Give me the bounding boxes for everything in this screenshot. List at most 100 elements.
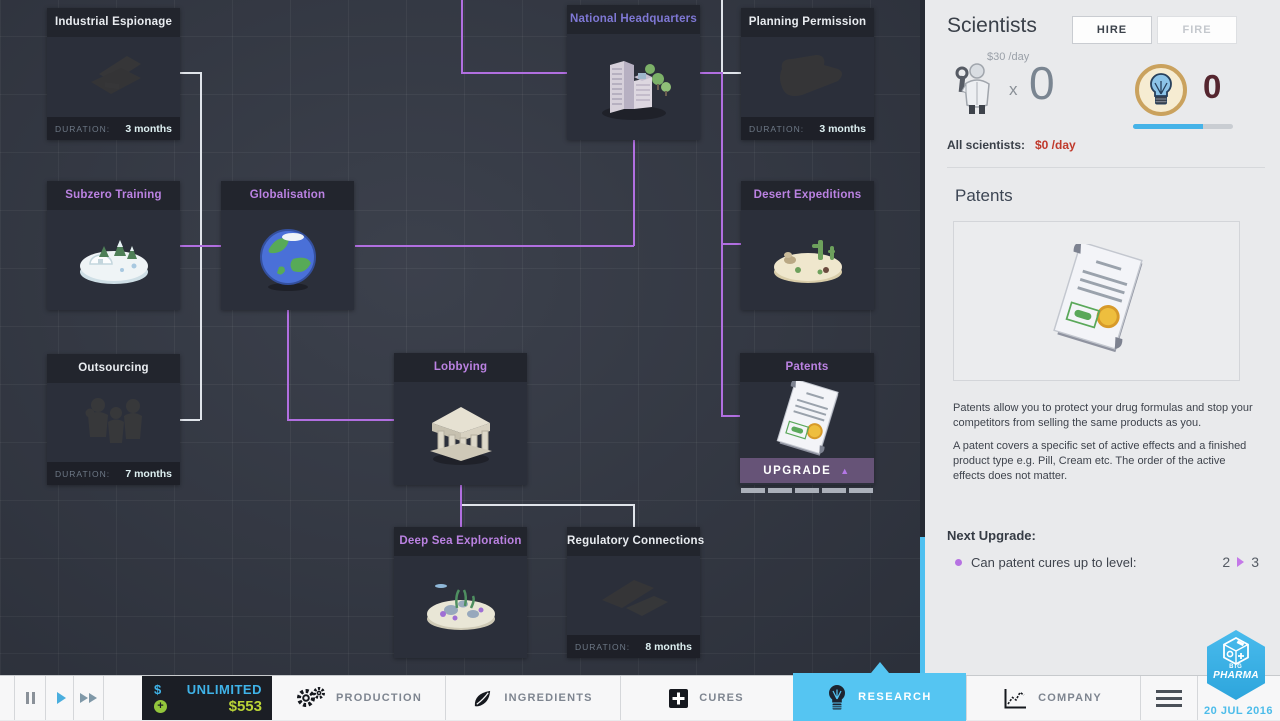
duration-label: DURATION: [55, 468, 111, 479]
node-title: Desert Expeditions [741, 181, 874, 210]
patents-heading: Patents [955, 186, 1013, 205]
duration-value: 7 months [125, 467, 172, 480]
budget-value: UNLIMITED [186, 682, 262, 697]
upgrade-pips [741, 488, 873, 493]
research-node-globalisation[interactable]: Globalisation [221, 181, 354, 310]
desert-island-icon [741, 210, 874, 310]
hire-button[interactable]: HIRE [1072, 16, 1152, 44]
section-divider [947, 167, 1265, 168]
connection-line [180, 245, 221, 247]
sea-island-icon [394, 556, 527, 658]
menu-button[interactable] [1140, 676, 1197, 720]
research-node-lobbying[interactable]: Lobbying [394, 353, 527, 485]
node-title: Planning Permission [741, 8, 874, 37]
chart-icon [1004, 688, 1027, 708]
node-title: Patents [740, 353, 874, 382]
active-tab-arrow-icon [871, 662, 889, 673]
upgrade-level-from: 2 [1222, 554, 1231, 570]
separator [103, 676, 104, 720]
tab-label: PRODUCTION [336, 692, 422, 704]
duration-row: DURATION: 7 months [47, 462, 180, 485]
scientist-icon [953, 60, 995, 121]
briefcase-icon [47, 37, 180, 117]
node-title: Subzero Training [47, 181, 180, 210]
tab-label: RESEARCH [858, 691, 932, 703]
research-node-outsourcing[interactable]: Outsourcing DURATION: 7 months [47, 354, 180, 485]
duration-value: 3 months [819, 122, 866, 135]
patent-scroll-icon [1045, 240, 1149, 359]
connection-line [355, 245, 634, 247]
duration-label: DURATION: [55, 123, 111, 134]
multiplier-label: x [1009, 80, 1018, 99]
research-node-planning-permission[interactable]: Planning Permission DURATION: 3 months [741, 8, 874, 140]
tab-research-active[interactable]: RESEARCH [793, 673, 966, 721]
knowledge-progress-bar [1133, 124, 1233, 129]
next-upgrade-label: Next Upgrade: [947, 528, 1036, 543]
upgrade-button[interactable]: UPGRADE ▲ [740, 458, 874, 483]
node-title: National Headquarters [567, 5, 700, 34]
duration-label: DURATION: [575, 641, 631, 652]
research-node-industrial-espionage[interactable]: Industrial Espionage DURATION: 3 months [47, 8, 180, 140]
upgrade-pip [768, 488, 792, 493]
tab-cures[interactable]: CURES [620, 676, 793, 720]
tab-label: COMPANY [1038, 692, 1102, 704]
tab-production[interactable]: PRODUCTION [272, 676, 445, 720]
research-node-desert-expeditions[interactable]: Desert Expeditions [741, 181, 874, 310]
people-icon [47, 383, 180, 462]
node-title: Outsourcing [47, 354, 180, 383]
scientist-count: 0 [1029, 57, 1055, 109]
leaf-icon [475, 690, 491, 706]
gears-icon [297, 687, 326, 707]
boxes-icon [567, 556, 700, 635]
upgrade-pip [795, 488, 819, 493]
node-title: Industrial Espionage [47, 8, 180, 37]
fire-button[interactable]: FIRE [1157, 16, 1237, 44]
connection-line [180, 419, 200, 421]
tab-label: INGREDIENTS [504, 692, 593, 704]
arrow-right-icon [1237, 557, 1245, 567]
duration-label: DURATION: [749, 123, 805, 134]
patent-scroll-icon [740, 380, 874, 456]
pause-button[interactable] [15, 676, 45, 720]
tab-label: CURES [699, 692, 744, 704]
plus-icon [669, 688, 689, 708]
temple-icon [394, 382, 527, 485]
research-node-subzero-training[interactable]: Subzero Training [47, 181, 180, 310]
tab-ingredients[interactable]: INGREDIENTS [445, 676, 620, 720]
blob-icon [741, 37, 874, 117]
fast-forward-button[interactable] [74, 676, 104, 720]
upgrade-pip [822, 488, 846, 493]
connection-line [700, 72, 722, 74]
node-title: Deep Sea Exploration [394, 527, 527, 556]
bottom-toolbar: $ UNLIMITED + $553 PRODUCTION INGREDIENT… [0, 673, 1280, 721]
all-scientists-cost: $0 /day [1035, 138, 1076, 152]
research-tree: Industrial Espionage DURATION: 3 months S… [0, 0, 920, 675]
currency-icon: $ [154, 682, 162, 697]
play-icon [56, 692, 66, 704]
duration-value: 3 months [125, 122, 172, 135]
patents-image-box [953, 221, 1240, 381]
tab-company[interactable]: COMPANY [966, 676, 1140, 720]
duration-row: DURATION: 3 months [741, 117, 874, 140]
duration-row: DURATION: 3 months [47, 117, 180, 140]
upgrade-level-to: 3 [1251, 554, 1259, 570]
arrow-up-icon: ▲ [840, 465, 851, 476]
duration-row: DURATION: 8 months [567, 635, 700, 658]
connection-line [633, 504, 635, 527]
play-button[interactable] [46, 676, 76, 720]
research-node-national-headquarters[interactable]: National Headquarters [567, 5, 700, 140]
cash-value: $553 [228, 698, 262, 715]
knowledge-bulb-icon [1134, 63, 1188, 122]
connection-line [461, 72, 567, 74]
duration-value: 8 months [645, 640, 692, 653]
research-node-patents[interactable]: Patents UPGRADE ▲ [740, 353, 874, 493]
research-node-deep-sea-exploration[interactable]: Deep Sea Exploration [394, 527, 527, 658]
cube-icon [1223, 637, 1249, 665]
knowledge-count: 0 [1203, 68, 1222, 105]
logo-text-pharma: PHARMA [1213, 670, 1259, 681]
connection-line [460, 504, 634, 506]
all-scientists-label: All scientists: [947, 138, 1026, 152]
connection-line [461, 0, 463, 72]
research-node-regulatory-connections[interactable]: Regulatory Connections DURATION: 8 month… [567, 527, 704, 658]
upgrade-pip [849, 488, 873, 493]
